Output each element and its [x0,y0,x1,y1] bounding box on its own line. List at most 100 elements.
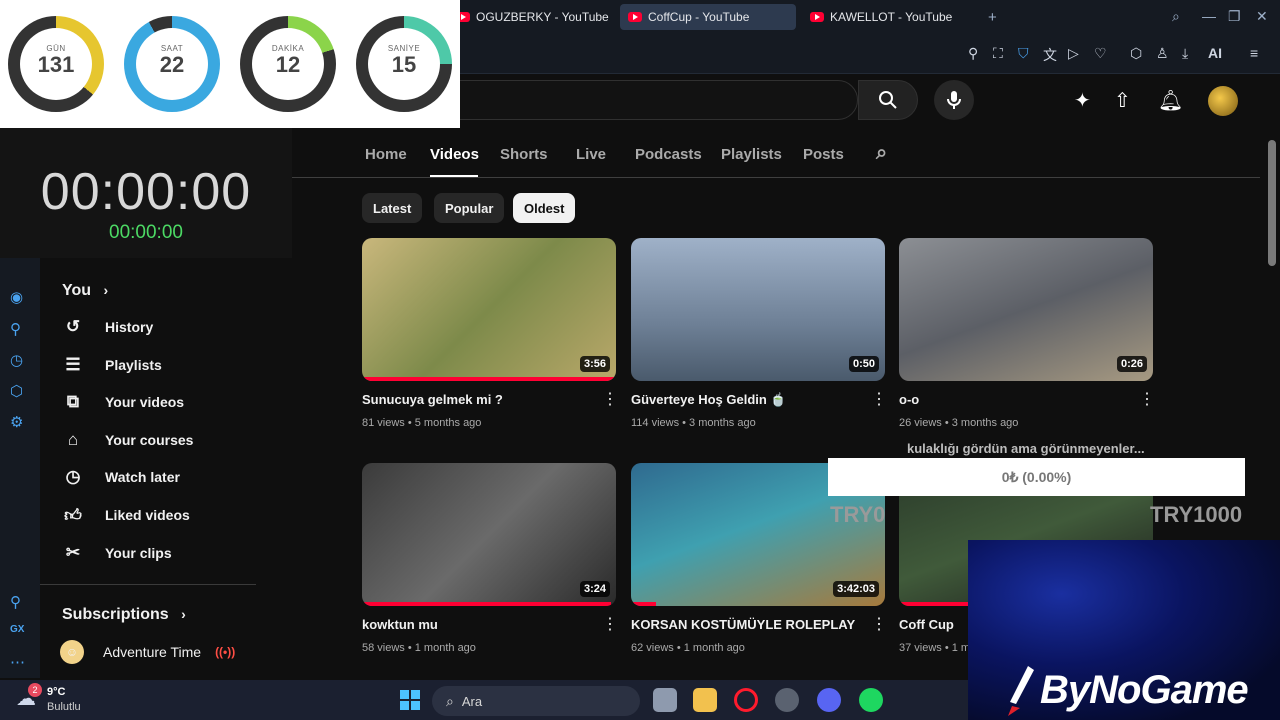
opera-gx-icon[interactable] [734,688,758,712]
video-thumbnail[interactable]: 0:26 [899,238,1153,381]
ai-button[interactable]: AI [1208,45,1222,61]
player-icon[interactable]: ◉ [10,288,23,306]
video-duration: 0:26 [1116,356,1147,372]
subscriptions-header[interactable]: Subscriptions › [62,606,186,624]
subscriptions-label: Subscriptions [62,606,169,623]
profile-icon[interactable]: ♙ [1156,45,1169,62]
extensions-icon[interactable]: ⬡ [10,382,23,400]
subscription-adventure-time[interactable]: ☺ Adventure Time ((•)) [60,634,250,670]
close-icon[interactable]: ✕ [1256,8,1268,25]
countdown-ring-seconds: SANİYE 15 [356,16,452,112]
live-indicator-icon: ((•)) [215,645,236,659]
guide-item-playlists[interactable]: ☰ Playlists [60,347,250,383]
search-button[interactable] [858,80,918,120]
video-title[interactable]: kowktun mu [362,617,587,632]
discord-icon[interactable] [817,688,841,712]
video-meta: 81 views • 5 months ago [362,417,482,429]
notifications-bell-icon[interactable]: 🔔︎ [1158,88,1183,113]
tab-home[interactable]: Home [365,146,407,163]
countdown-ring-hours: SAAT 22 [124,16,220,112]
tab-playlists[interactable]: Playlists [721,146,782,163]
chevron-right-icon: › [103,282,109,298]
minimize-icon[interactable]: — [1202,8,1216,24]
more-actions-icon[interactable]: ⋮ [871,392,887,408]
opera-sidebar: ◉ ⚲ ◷ ⬡ ⚙ ⚲ GX ⋯ [0,258,40,678]
tab-podcasts[interactable]: Podcasts [635,146,702,163]
guide-item-history[interactable]: ↺ History [60,309,250,345]
video-title[interactable]: Güverteye Hoş Geldin 🍵 [631,392,856,408]
tab-videos[interactable]: Videos [430,146,479,163]
you-section-header[interactable]: You › [62,282,108,300]
pin-icon[interactable]: ⚲ [968,45,978,62]
extensions-icon[interactable]: ⬡ [1130,45,1142,62]
download-icon[interactable]: ⤓ [1182,45,1188,62]
you-label: You [62,282,92,299]
heart-icon[interactable]: ♡ [1094,45,1107,62]
voice-search-button[interactable] [934,80,974,120]
channel-search-icon[interactable]: ⌕ [876,142,887,165]
video-title[interactable]: Sunucuya gelmek mi ? [362,392,587,407]
video-thumbnail[interactable]: 3:56 [362,238,616,381]
pin-icon[interactable]: ⚲ [10,593,21,611]
weather-description: Bulutlu [47,701,81,713]
shield-icon[interactable]: ⛉ [1018,45,1029,62]
more-icon[interactable]: ⋯ [10,653,25,671]
weather-temperature: 9°C [47,686,66,698]
more-actions-icon[interactable]: ⋮ [602,617,618,633]
settings-gear-icon[interactable]: ⚙ [10,413,23,431]
video-duration: 3:24 [579,581,610,597]
account-avatar[interactable] [1208,86,1238,116]
countdown-value: 131 [37,52,75,77]
guide-item-your-clips[interactable]: ✂ Your clips [60,535,250,571]
tab-coffcup[interactable]: CoffCup - YouTube [620,4,796,30]
countdown-value: 12 [275,52,301,77]
chevron-right-icon: › [181,606,186,622]
chip-latest[interactable]: Latest [362,193,423,223]
windows-start-icon[interactable] [399,689,421,711]
video-thumbnail[interactable]: 0:50 [631,238,885,381]
more-actions-icon[interactable]: ⋮ [602,392,618,408]
guide-item-your-videos[interactable]: ⧉ Your videos [60,384,250,420]
guide-item-label: History [105,319,154,335]
file-explorer-icon[interactable] [693,688,717,712]
task-view-icon[interactable] [653,688,677,712]
guide-item-liked-videos[interactable]: 👍︎ Liked videos [60,497,250,533]
more-actions-icon[interactable]: ⋮ [1139,392,1155,408]
history-icon[interactable]: ◷ [10,351,23,369]
chip-popular[interactable]: Popular [434,193,505,223]
restore-icon[interactable]: ❐ [1228,8,1241,25]
menu-icon[interactable]: ≡ [1250,45,1258,61]
more-actions-icon[interactable]: ⋮ [871,617,887,633]
pinboard-icon[interactable]: ⚲ [10,320,21,338]
extension-puzzle-icon[interactable]: ✦ [1074,88,1091,113]
page-scrollbar[interactable] [1268,140,1276,266]
chip-oldest[interactable]: Oldest [513,193,576,223]
snapshot-icon[interactable]: ⛶ [993,45,1003,62]
play-icon[interactable]: ▷ [1068,45,1079,62]
video-title[interactable]: o-o [899,392,1124,407]
tab-shorts[interactable]: Shorts [500,146,548,163]
tab-live[interactable]: Live [576,146,606,163]
tab-posts[interactable]: Posts [803,146,844,163]
weather-badge: 2 [28,683,42,697]
app-icon[interactable] [775,688,799,712]
video-title[interactable]: KORSAN KOSTÜMÜYLE ROLEPLAY [631,617,856,632]
video-meta: 62 views • 1 month ago [631,642,745,654]
gx-icon[interactable]: GX [10,624,24,635]
tab-kawellot[interactable]: KAWELLOT - YouTube [802,4,960,30]
spotify-icon[interactable] [859,688,883,712]
watch-later-icon: ◷ [65,467,81,486]
tab-search-icon[interactable]: ⌕ [1172,8,1180,25]
taskbar-search[interactable]: ⌕ Ara [432,686,640,716]
translate-icon[interactable]: 文 [1043,45,1057,65]
channel-tabs: Home Videos Shorts Live Podcasts Playlis… [292,130,1260,178]
tab-oguzberky[interactable]: OGUZBERKY - YouTube [448,4,617,30]
upload-icon[interactable]: ⇧ [1114,88,1131,113]
video-thumbnail[interactable]: 3:24 [362,463,616,606]
taskbar-search-placeholder: Ara [461,693,483,709]
guide-item-label: Playlists [105,357,162,373]
guide-item-watch-later[interactable]: ◷ Watch later [60,459,250,495]
your-videos-icon: ⧉ [66,392,80,411]
guide-item-your-courses[interactable]: ⌂ Your courses [60,422,250,458]
new-tab-button[interactable]: + [980,4,1005,30]
